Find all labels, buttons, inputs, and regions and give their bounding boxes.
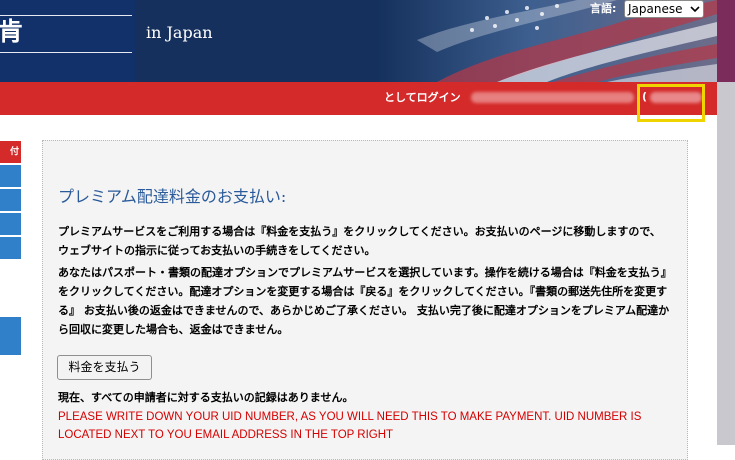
site-title-fragment: 肯 xyxy=(0,17,24,46)
site-title-area: 肯 xyxy=(0,0,135,82)
uid-warning-text: PLEASE WRITE DOWN YOUR UID NUMBER, AS YO… xyxy=(58,411,642,441)
sidebar-item-label: 付 xyxy=(9,147,19,157)
payment-status-text: 現在、すべての申請者に対する支払いの記録はありません。 xyxy=(58,391,354,404)
user-email-redacted xyxy=(471,92,634,103)
premium-delivery-paragraph: あなたはパスポート・書類の配達オプションでプレミアムサービスを選択しています。操… xyxy=(58,266,670,336)
header-banner: 肯 in Japan 言語: Japanese xyxy=(0,0,717,82)
language-select-value: Japanese xyxy=(628,2,683,16)
title-rule-top xyxy=(0,15,132,16)
sidebar-item-active[interactable]: 付 xyxy=(0,141,21,163)
login-bar: としてログイン ( xyxy=(0,82,717,115)
pay-fee-button[interactable]: 料金を支払う xyxy=(57,355,152,380)
page-title: プレミアム配達料金のお支払い: xyxy=(58,187,287,206)
language-select[interactable]: Japanese xyxy=(624,0,704,18)
chevron-down-icon xyxy=(690,6,700,13)
site-location: in Japan xyxy=(146,23,213,42)
instructions-paragraph: プレミアムサービスをご利用する場合は『料金を支払う』をクリックしてください。お支… xyxy=(58,225,661,257)
sidebar-item[interactable] xyxy=(0,213,21,235)
sidebar-item[interactable] xyxy=(0,317,21,355)
header-edge xyxy=(717,0,735,82)
sidebar-item[interactable] xyxy=(0,237,21,259)
sidebar-item[interactable] xyxy=(0,189,21,211)
logged-in-as-label: としてログイン xyxy=(384,91,461,104)
sidebar-item[interactable] xyxy=(0,165,21,187)
title-rule-bottom xyxy=(0,52,132,53)
uid-highlight-box xyxy=(637,84,705,122)
language-label: 言語: xyxy=(590,2,617,15)
